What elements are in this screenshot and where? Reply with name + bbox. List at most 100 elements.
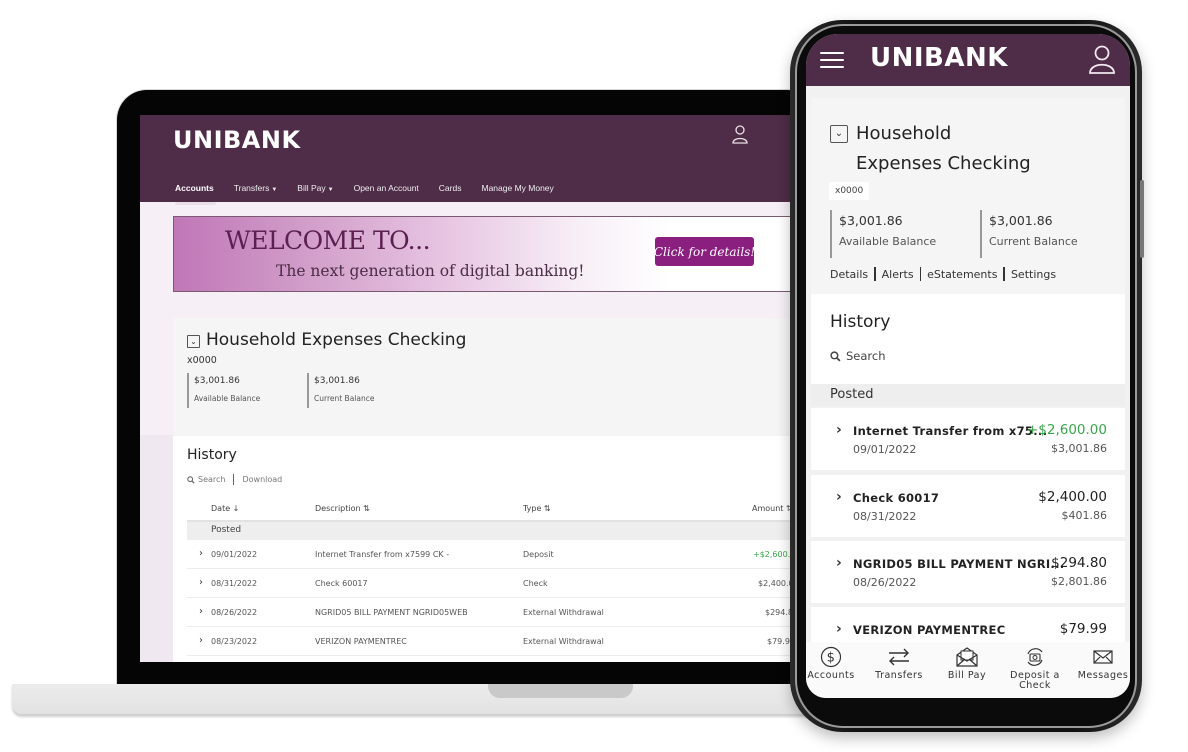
table-row[interactable]: › 09/01/2022 Internet Transfer from x759… <box>187 540 792 569</box>
column-label: Description <box>315 504 361 513</box>
account-name-line2: Expenses Checking <box>856 153 1031 174</box>
running-balance: $2,801.86 <box>1051 575 1107 588</box>
history-section: History Search Download Date ↓ Descripti… <box>173 436 792 662</box>
row-date: 08/23/2022 <box>211 637 258 646</box>
details-link[interactable]: Details <box>830 268 868 281</box>
row-date: 08/26/2022 <box>211 608 258 617</box>
nav-label: Open an Account <box>353 183 419 193</box>
nav-label: Cards <box>438 183 462 193</box>
nav-label: Manage My Money <box>481 183 554 193</box>
history-title: History <box>187 447 237 463</box>
table-row[interactable]: › 08/26/2022 NGRID05 BILL PAYMENT NGRID0… <box>187 598 792 627</box>
transaction-amount: +$2,600.00 <box>1026 422 1107 438</box>
column-amount[interactable]: Amount ⇅ <box>752 504 792 513</box>
nav-manage-money[interactable]: Manage My Money <box>481 183 553 193</box>
bill-envelope-icon <box>956 647 978 667</box>
nav-transfers[interactable]: Transfers ▼ <box>234 183 278 193</box>
bottom-tab-bar: $ Accounts Transfers Bill Pay Deposit a … <box>806 642 1130 698</box>
chevron-right-icon[interactable]: › <box>199 577 203 588</box>
account-toggle-icon[interactable]: ⌄ <box>187 335 200 348</box>
row-date: 08/31/2022 <box>211 579 258 588</box>
banner-title: WELCOME TO... <box>225 226 431 255</box>
tab-deposit-check[interactable]: Deposit a Check <box>1002 646 1068 691</box>
current-balance-amount: $3,001.86 <box>314 376 360 386</box>
sort-icon: ⇅ <box>363 504 370 513</box>
chevron-right-icon[interactable]: › <box>199 635 203 646</box>
available-balance: $3,001.86 Available Balance <box>830 210 936 258</box>
hamburger-menu-icon[interactable] <box>820 52 844 68</box>
chevron-right-icon[interactable]: › <box>836 422 842 438</box>
nav-accounts[interactable]: Accounts <box>175 183 216 205</box>
welcome-banner: WELCOME TO... The next generation of dig… <box>173 216 792 292</box>
chevron-right-icon[interactable]: › <box>836 489 842 505</box>
transaction-date: 08/31/2022 <box>853 510 917 523</box>
row-amount: $294.80 <box>765 608 792 617</box>
running-balance: $3,001.86 <box>1051 442 1107 455</box>
tab-accounts[interactable]: $ Accounts <box>806 646 864 681</box>
download-link[interactable]: Download <box>242 475 282 484</box>
transaction-item[interactable]: › NGRID05 BILL PAYMENT NGRI... $294.80 0… <box>811 541 1125 603</box>
banner-subtitle: The next generation of digital banking! <box>276 262 585 280</box>
account-name: Household Expenses Checking <box>206 330 467 350</box>
row-amount: +$2,600.00 <box>753 550 792 559</box>
chevron-right-icon[interactable]: › <box>199 606 203 617</box>
divider <box>1003 267 1005 281</box>
history-section: History Search <box>811 294 1125 384</box>
brand-logo[interactable]: UNIBANK <box>870 43 1008 73</box>
chevron-right-icon[interactable]: › <box>836 621 842 637</box>
available-balance-label: Available Balance <box>839 235 937 248</box>
row-description: Check 60017 <box>315 579 368 588</box>
current-balance-label: Current Balance <box>989 235 1078 248</box>
column-type[interactable]: Type ⇅ <box>523 504 551 513</box>
current-balance-amount: $3,001.86 <box>989 213 1053 228</box>
account-summary: ⌄ Household Expenses Checking x0000 $3,0… <box>173 318 792 436</box>
transaction-date: 08/26/2022 <box>853 576 917 589</box>
chevron-down-icon: ▼ <box>327 187 334 193</box>
estatements-link[interactable]: eStatements <box>927 268 997 281</box>
search-label: Search <box>198 475 226 484</box>
nav-cards[interactable]: Cards <box>439 183 462 193</box>
table-row[interactable]: › 08/31/2022 Check 60017 Check $2,400.00 <box>187 569 792 598</box>
dollar-circle-icon: $ <box>820 646 842 668</box>
user-profile-icon[interactable] <box>1088 44 1116 74</box>
tab-messages[interactable]: Messages <box>1070 646 1130 681</box>
settings-link[interactable]: Settings <box>1011 268 1056 281</box>
nav-open-account[interactable]: Open an Account <box>354 183 419 193</box>
column-label: Amount <box>752 504 784 513</box>
account-number: x0000 <box>829 182 870 200</box>
search-link[interactable]: Search <box>830 349 886 363</box>
alerts-link[interactable]: Alerts <box>882 268 914 281</box>
transaction-item[interactable]: › Check 60017 $2,400.00 08/31/2022 $401.… <box>811 475 1125 537</box>
search-link[interactable]: Search <box>187 475 225 484</box>
column-date[interactable]: Date ↓ <box>211 504 239 513</box>
tab-bill-pay[interactable]: Bill Pay <box>934 646 1000 681</box>
laptop-base <box>12 684 842 714</box>
tab-transfers[interactable]: Transfers <box>866 646 932 681</box>
tab-label: Messages <box>1077 670 1129 681</box>
transaction-amount: $2,400.00 <box>1038 489 1107 505</box>
account-toggle-icon[interactable]: ⌄ <box>830 125 848 143</box>
transaction-amount: $294.80 <box>1051 555 1107 571</box>
row-type: External Withdrawal <box>523 637 604 646</box>
transaction-item[interactable]: › Internet Transfer from x75... +$2,600.… <box>811 408 1125 470</box>
current-balance-label: Current Balance <box>314 394 375 403</box>
account-name-line1: Household <box>856 123 952 144</box>
phone-side-button <box>1140 180 1144 258</box>
banner-details-button[interactable]: Click for details! <box>654 237 755 266</box>
nav-label: Bill Pay <box>297 183 326 193</box>
chevron-right-icon[interactable]: › <box>199 548 203 559</box>
desktop-app: UNIBANK Accounts Transfers ▼ Bill Pay ▼ Op… <box>140 115 792 662</box>
table-row[interactable]: › 08/23/2022 VERIZON PAYMENTREC External… <box>187 627 792 656</box>
available-balance-label: Available Balance <box>194 394 261 403</box>
row-amount: $79.99 <box>767 637 792 646</box>
user-profile-icon[interactable] <box>731 124 749 144</box>
chevron-right-icon[interactable]: › <box>836 555 842 571</box>
search-label: Search <box>846 349 886 363</box>
sort-down-icon: ↓ <box>232 504 240 513</box>
column-description[interactable]: Description ⇅ <box>315 504 370 513</box>
brand-logo[interactable]: UNIBANK <box>173 126 301 154</box>
nav-bill-pay[interactable]: Bill Pay ▼ <box>297 183 333 193</box>
sort-icon: ⇅ <box>543 504 551 513</box>
row-type: Deposit <box>523 550 554 559</box>
row-type: External Withdrawal <box>523 608 604 617</box>
